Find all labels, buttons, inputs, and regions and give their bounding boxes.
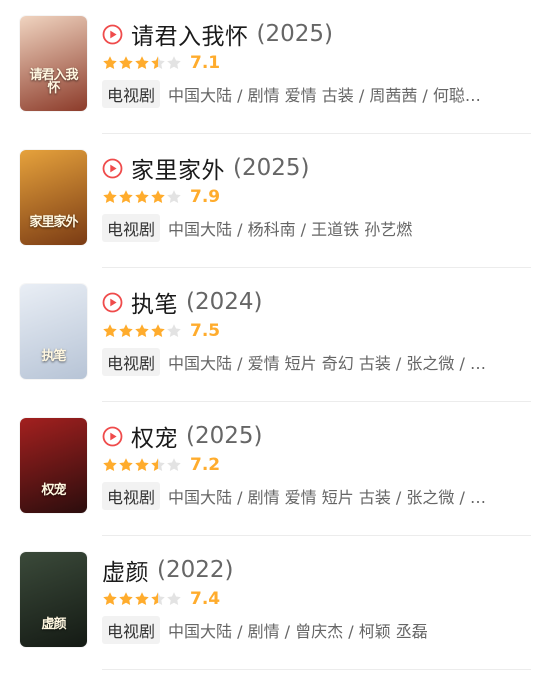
item-year: (2025): [186, 423, 263, 449]
star-filled-icon: [103, 56, 117, 69]
star-empty-icon: [167, 324, 181, 337]
info-row: 电视剧 中国大陆 / 杨科南 / 王道铁 孙艺燃: [102, 214, 531, 242]
item-year: (2022): [157, 557, 234, 583]
item-year: (2025): [233, 155, 310, 181]
star-filled-icon: [103, 592, 117, 605]
star-filled-icon: [119, 458, 133, 471]
star-rating: [102, 457, 182, 473]
rating-row: 7.9: [102, 186, 220, 208]
item-title[interactable]: 权宠: [131, 419, 178, 453]
type-badge: 电视剧: [102, 348, 161, 376]
info-row: 电视剧 中国大陆 / 剧情 爱情 古装 / 周茜茜 / 何聪…: [102, 80, 531, 108]
star-filled-icon: [119, 190, 133, 203]
info-row: 电视剧 中国大陆 / 爱情 短片 奇幻 古装 / 张之微 / …: [102, 348, 531, 376]
title-row: 权宠 (2025): [102, 420, 262, 452]
rating-row: 7.4: [102, 588, 220, 610]
item-year: (2024): [186, 289, 263, 315]
item-title[interactable]: 家里家外: [131, 151, 225, 185]
title-row: 执笔 (2024): [102, 286, 262, 318]
list-item[interactable]: 请君入我怀 请君入我怀 (2025) 7.1 电视剧 中国大陆 / 剧情 爱情 …: [0, 0, 553, 134]
item-info: 中国大陆 / 杨科南 / 王道铁 孙艺燃: [168, 220, 413, 239]
star-empty-icon: [167, 458, 181, 471]
item-title[interactable]: 虚颜: [102, 553, 149, 587]
poster-title: 虚颜: [41, 617, 66, 632]
rating-score: 7.4: [190, 589, 221, 609]
divider: [102, 669, 531, 670]
item-info: 中国大陆 / 剧情 / 曾庆杰 / 柯颖 丞磊: [168, 622, 428, 641]
poster-title: 家里家外: [29, 215, 78, 230]
type-badge: 电视剧: [102, 80, 161, 108]
star-filled-icon: [119, 324, 133, 337]
star-filled-icon: [103, 324, 117, 337]
poster-image[interactable]: 权宠: [20, 418, 87, 513]
type-badge: 电视剧: [102, 616, 161, 644]
title-row: 家里家外 (2025): [102, 152, 309, 184]
poster-title: 请君入我怀: [29, 68, 78, 96]
rating-score: 7.2: [190, 455, 221, 475]
item-title[interactable]: 执笔: [131, 285, 178, 319]
poster-image[interactable]: 执笔: [20, 284, 87, 379]
play-icon: [102, 426, 123, 447]
star-empty-icon: [167, 56, 181, 69]
rating-row: 7.1: [102, 52, 220, 74]
list-item[interactable]: 家里家外 家里家外 (2025) 7.9 电视剧 中国大陆 / 杨科南 / 王道…: [0, 134, 553, 268]
play-icon: [102, 24, 123, 45]
star-empty-icon: [167, 592, 181, 605]
item-info: 中国大陆 / 爱情 短片 奇幻 古装 / 张之微 / …: [168, 354, 486, 373]
rating-row: 7.2: [102, 454, 220, 476]
poster-image[interactable]: 虚颜: [20, 552, 87, 647]
play-icon: [102, 158, 123, 179]
star-filled-icon: [135, 190, 149, 203]
star-filled-icon: [135, 458, 149, 471]
star-filled-icon: [135, 592, 149, 605]
title-row: 虚颜 (2022): [102, 554, 233, 586]
star-rating: [102, 591, 182, 607]
star-filled-icon: [103, 190, 117, 203]
star-rating: [102, 189, 182, 205]
star-filled-icon: [151, 324, 165, 337]
play-icon: [102, 292, 123, 313]
star-empty-icon: [167, 190, 181, 203]
item-year: (2025): [256, 21, 333, 47]
item-info: 中国大陆 / 剧情 爱情 古装 / 周茜茜 / 何聪…: [168, 86, 481, 105]
movie-list: 请君入我怀 请君入我怀 (2025) 7.1 电视剧 中国大陆 / 剧情 爱情 …: [0, 0, 553, 670]
rating-row: 7.5: [102, 320, 220, 342]
star-half-icon: [151, 56, 165, 69]
type-badge: 电视剧: [102, 482, 161, 510]
poster-image[interactable]: 家里家外: [20, 150, 87, 245]
item-title[interactable]: 请君入我怀: [131, 17, 249, 51]
star-filled-icon: [151, 190, 165, 203]
poster-title: 权宠: [41, 483, 66, 498]
star-filled-icon: [119, 592, 133, 605]
poster-title: 执笔: [41, 349, 66, 364]
rating-score: 7.9: [190, 187, 221, 207]
poster-image[interactable]: 请君入我怀: [20, 16, 87, 111]
star-rating: [102, 55, 182, 71]
title-row: 请君入我怀 (2025): [102, 18, 333, 50]
star-filled-icon: [119, 56, 133, 69]
star-half-icon: [151, 458, 165, 471]
item-info: 中国大陆 / 剧情 爱情 短片 古装 / 张之微 / …: [168, 488, 486, 507]
star-rating: [102, 323, 182, 339]
star-filled-icon: [135, 56, 149, 69]
info-row: 电视剧 中国大陆 / 剧情 / 曾庆杰 / 柯颖 丞磊: [102, 616, 531, 644]
rating-score: 7.5: [190, 321, 221, 341]
star-filled-icon: [103, 458, 117, 471]
type-badge: 电视剧: [102, 214, 161, 242]
list-item[interactable]: 执笔 执笔 (2024) 7.5 电视剧 中国大陆 / 爱情 短片 奇幻 古装 …: [0, 268, 553, 402]
list-item[interactable]: 虚颜 虚颜 (2022) 7.4 电视剧 中国大陆 / 剧情 / 曾庆杰 / 柯…: [0, 536, 553, 670]
star-half-icon: [151, 592, 165, 605]
star-filled-icon: [135, 324, 149, 337]
list-item[interactable]: 权宠 权宠 (2025) 7.2 电视剧 中国大陆 / 剧情 爱情 短片 古装 …: [0, 402, 553, 536]
info-row: 电视剧 中国大陆 / 剧情 爱情 短片 古装 / 张之微 / …: [102, 482, 531, 510]
rating-score: 7.1: [190, 53, 221, 73]
